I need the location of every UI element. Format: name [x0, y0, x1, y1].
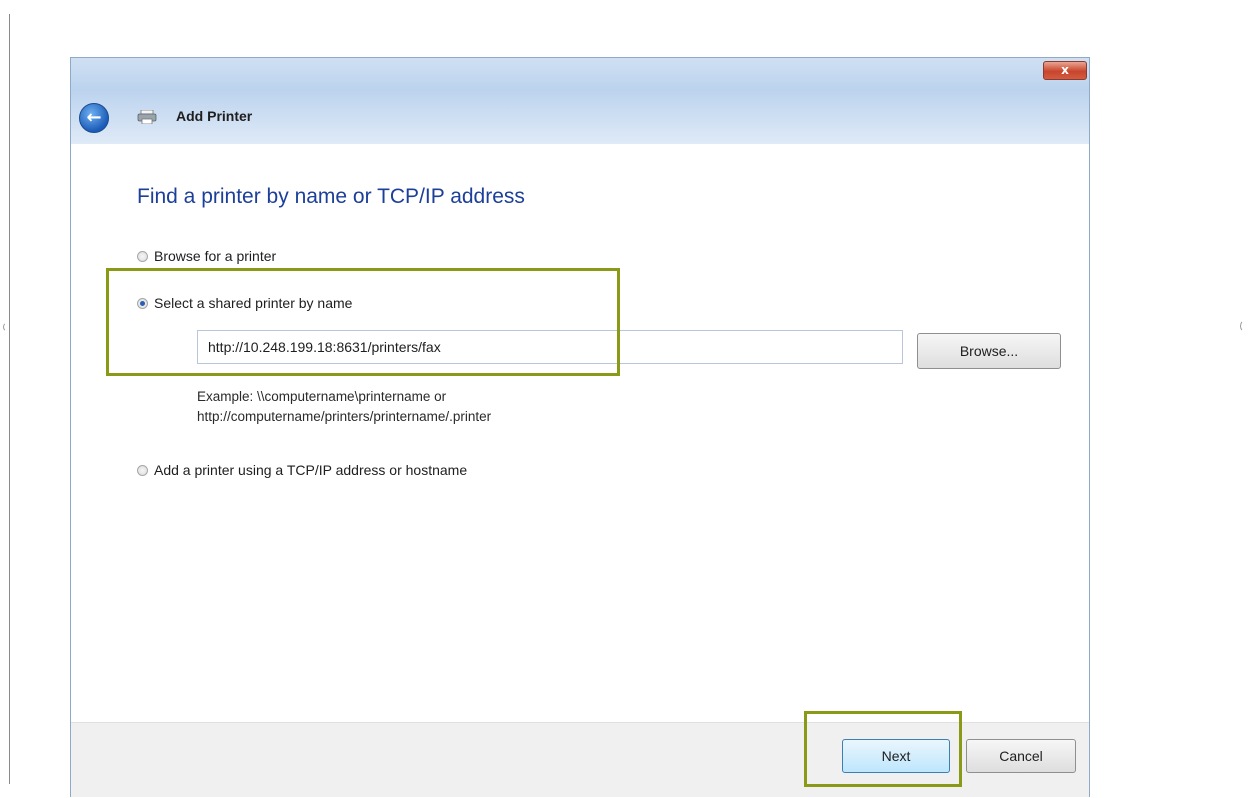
page-heading: Find a printer by name or TCP/IP address	[137, 185, 525, 208]
example-line: Example: \\computername\printername or	[197, 389, 447, 404]
example-line: http://computername/printers/printername…	[197, 409, 492, 424]
close-button[interactable]: x	[1043, 61, 1087, 80]
option-tcpip-printer[interactable]: Add a printer using a TCP/IP address or …	[137, 462, 467, 478]
radio-tcpip-printer[interactable]	[137, 464, 148, 476]
close-icon: x	[1061, 63, 1069, 77]
example-hint: Example: \\computername\printername or h…	[197, 387, 491, 427]
option-label: Browse for a printer	[154, 248, 277, 264]
option-browse-printer[interactable]: Browse for a printer	[137, 248, 276, 264]
window-title: Add Printer	[176, 108, 253, 124]
add-printer-dialog: x ← Add Printer Find a printer by name o…	[70, 57, 1090, 797]
option-label: Add a printer using a TCP/IP address or …	[154, 462, 468, 478]
highlight-next-button	[804, 711, 962, 787]
page: x ← Add Printer Find a printer by name o…	[0, 0, 1250, 798]
cancel-button[interactable]: Cancel	[966, 739, 1076, 773]
browse-button[interactable]: Browse...	[917, 333, 1061, 369]
highlight-shared-printer	[106, 268, 620, 376]
back-button[interactable]: ←	[79, 103, 109, 133]
back-arrow-icon: ←	[86, 107, 102, 128]
printer-icon	[137, 110, 157, 124]
radio-browse-printer[interactable]	[137, 250, 148, 262]
page-edge-tick-right	[1240, 320, 1250, 332]
title-bar: x	[71, 58, 1089, 90]
page-edge-line	[9, 14, 10, 784]
page-edge-tick	[3, 322, 13, 332]
